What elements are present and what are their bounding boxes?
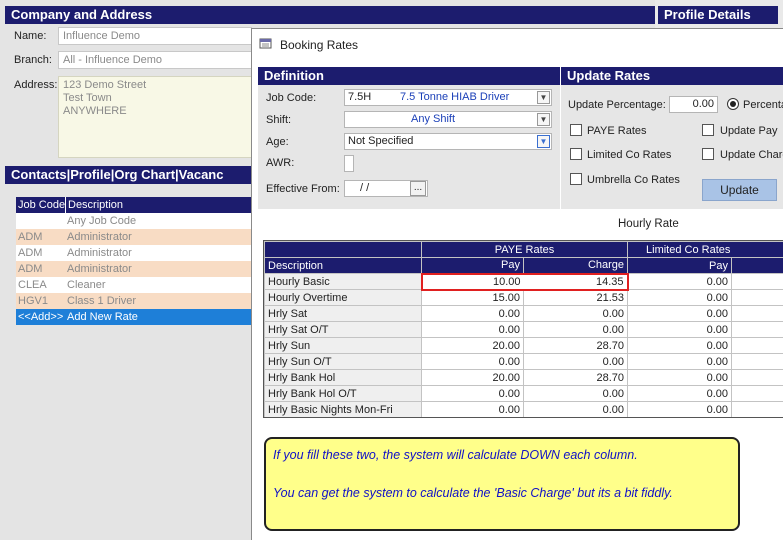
- percentage-radio[interactable]: [727, 98, 739, 110]
- paye-pay-header: Pay: [421, 257, 524, 274]
- name-label: Name:: [14, 30, 47, 42]
- add-new-rate-row[interactable]: <<Add>> Add New Rate: [16, 309, 252, 325]
- ltd-pay-header: Pay: [627, 257, 733, 274]
- table-row: Hrly Bank Hol O/T 0.00 0.00 0.00: [264, 385, 783, 402]
- effective-from-value: / /: [360, 182, 370, 194]
- update-percentage-input[interactable]: 0.00: [669, 96, 718, 113]
- profile-details-header[interactable]: Profile Details: [658, 6, 778, 24]
- list-item[interactable]: ADM Administrator: [16, 245, 252, 261]
- table-row: Hrly Sat O/T 0.00 0.00 0.00: [264, 321, 783, 338]
- shift-label: Shift:: [266, 114, 292, 126]
- job-code-column-header: Job Code: [18, 199, 66, 211]
- description-header: Description: [264, 257, 422, 274]
- table-row: Hrly Sun O/T 0.00 0.00 0.00: [264, 353, 783, 370]
- table-row: Hrly Sun 20.00 28.70 0.00: [264, 337, 783, 354]
- update-pay-checkbox[interactable]: [702, 124, 714, 136]
- age-select[interactable]: Not Specified ▼: [344, 133, 552, 150]
- update-charge-checkbox[interactable]: [702, 148, 714, 160]
- effective-from-label: Effective From:: [266, 183, 340, 195]
- paye-rates-checkbox[interactable]: [570, 124, 582, 136]
- paye-rates-group-header: PAYE Rates: [420, 241, 629, 258]
- age-label: Age:: [266, 136, 289, 148]
- umbrella-co-rates-checkbox[interactable]: [570, 173, 582, 185]
- rates-grid: PAYE Rates Limited Co Rates Description …: [263, 240, 783, 418]
- age-value: Not Specified: [348, 135, 414, 147]
- paye-rates-label: PAYE Rates: [587, 125, 647, 137]
- limited-co-rates-checkbox[interactable]: [570, 148, 582, 160]
- chevron-down-icon[interactable]: ▼: [537, 91, 550, 104]
- list-item[interactable]: ADM Administrator: [16, 229, 252, 245]
- branch-field[interactable]: All - Influence Demo: [58, 51, 252, 69]
- note-line-2: You can get the system to calculate the …: [273, 486, 673, 500]
- list-item[interactable]: ADM Administrator: [16, 261, 252, 277]
- chevron-down-icon[interactable]: ▼: [537, 135, 550, 148]
- chevron-down-icon[interactable]: ▼: [537, 113, 550, 126]
- list-item[interactable]: Any Job Code: [16, 213, 252, 229]
- table-row: Hrly Sat 0.00 0.00 0.00: [264, 305, 783, 322]
- table-row: Hrly Bank Hol 20.00 28.70 0.00: [264, 369, 783, 386]
- paye-charge-header: Charge: [522, 257, 629, 274]
- limited-co-rates-group-header: Limited Co Rates: [627, 241, 783, 258]
- company-address-header: Company and Address: [5, 6, 655, 24]
- table-row: Hourly Basic 10.00 14.35 0.00: [264, 272, 783, 291]
- table-row: Hrly Basic Nights Mon-Fri 0.00 0.00 0.00: [264, 401, 783, 417]
- update-pay-label: Update Pay: [720, 125, 778, 137]
- address-line-1: 123 Demo Street: [63, 79, 147, 91]
- shift-value: Any Shift: [411, 113, 456, 125]
- contacts-tab-strip[interactable]: Contacts|Profile|Org Chart|Vacanc: [5, 166, 253, 184]
- percentage-radio-label: Percenta: [743, 99, 783, 111]
- definition-header: Definition: [258, 67, 560, 85]
- date-picker-button[interactable]: ...: [410, 181, 426, 196]
- update-button[interactable]: Update: [702, 179, 777, 201]
- awr-label: AWR:: [266, 157, 295, 169]
- address-field[interactable]: 123 Demo Street Test Town ANYWHERE: [58, 76, 252, 158]
- job-code-description: 7.5 Tonne HIAB Driver: [400, 91, 510, 103]
- branch-label: Branch:: [14, 54, 52, 66]
- address-label: Address:: [14, 79, 58, 91]
- list-item[interactable]: HGV1 Class 1 Driver: [16, 293, 252, 309]
- update-rates-header: Update Rates: [561, 67, 783, 85]
- name-field[interactable]: Influence Demo: [58, 27, 252, 45]
- awr-field[interactable]: [344, 155, 354, 172]
- job-list-header: Job Code Description: [16, 197, 252, 213]
- shift-select[interactable]: Any Shift ▼: [344, 111, 552, 128]
- ltd-charge-header: [731, 257, 783, 274]
- rate-type-label: Hourly Rate: [618, 218, 679, 230]
- grid-corner: [264, 241, 422, 258]
- list-item[interactable]: CLEA Cleaner: [16, 277, 252, 293]
- job-code-label: Job Code:: [266, 92, 317, 104]
- annotation-note: If you fill these two, the system will c…: [264, 437, 740, 531]
- update-rates-section: Update Rates Update Percentage: 0.00 Per…: [561, 67, 783, 209]
- address-line-2: Test Town: [63, 92, 112, 104]
- hourly-basic-pay-cell[interactable]: 10.00: [420, 272, 524, 291]
- booking-rates-icon: [259, 37, 273, 49]
- address-line-3: ANYWHERE: [63, 105, 127, 117]
- update-percentage-label: Update Percentage:: [568, 99, 666, 111]
- limited-co-rates-label: Limited Co Rates: [587, 149, 672, 161]
- definition-section: Definition Job Code: 7.5H 7.5 Tonne HIAB…: [258, 67, 560, 209]
- dialog-title: Booking Rates: [280, 38, 359, 52]
- description-column-header: Description: [65, 197, 123, 213]
- job-code-select[interactable]: 7.5H 7.5 Tonne HIAB Driver ▼: [344, 89, 552, 106]
- umbrella-co-rates-label: Umbrella Co Rates: [587, 174, 680, 186]
- note-line-1: If you fill these two, the system will c…: [273, 448, 638, 462]
- update-charge-label: Update Charg: [720, 149, 783, 161]
- hourly-basic-charge-cell[interactable]: 14.35: [523, 272, 629, 291]
- table-row: Hourly Overtime 15.00 21.53 0.00: [264, 289, 783, 306]
- job-code-value: 7.5H: [348, 91, 372, 103]
